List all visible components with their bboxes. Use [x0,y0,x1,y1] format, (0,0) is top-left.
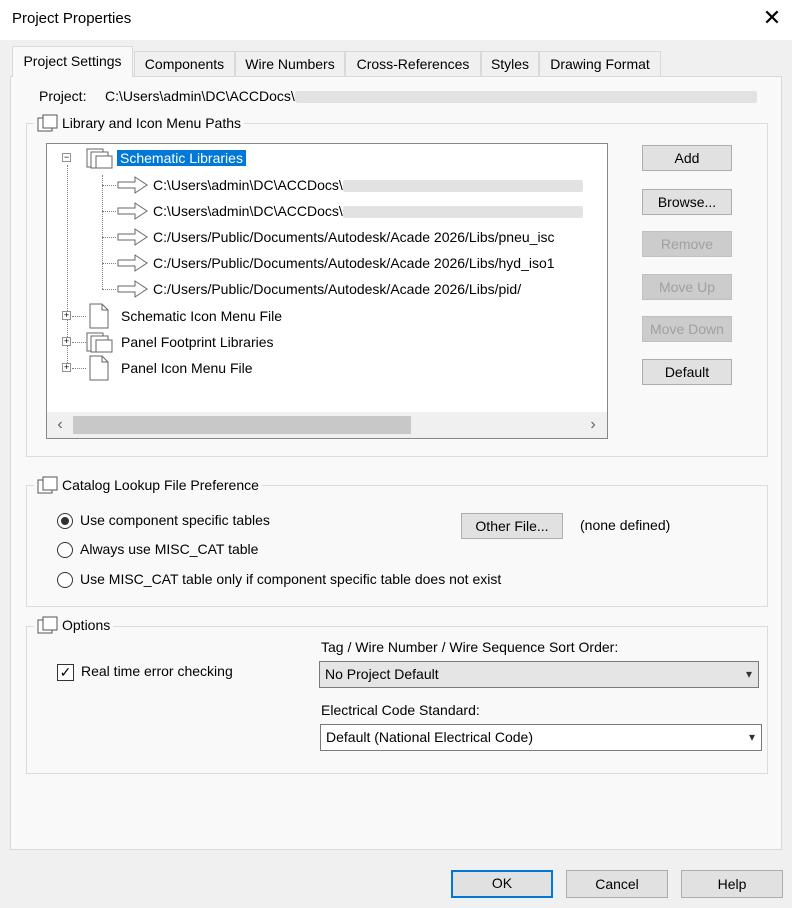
tree-line [102,263,116,264]
path-arrow-icon [117,280,148,298]
path-redacted [342,206,583,219]
path-arrow-icon [117,228,148,246]
radio-label: Use MISC_CAT table only if component spe… [80,571,502,587]
other-file-button[interactable]: Other File... [461,513,563,539]
move-up-button[interactable]: Move Up [642,274,732,300]
scroll-left-icon[interactable]: ‹ [49,414,71,436]
radio-always-misc-cat[interactable] [57,542,73,558]
expand-icon[interactable]: + [62,311,71,320]
tree-line [102,289,116,290]
tree-item-path-5[interactable]: C:/Users/Public/Documents/Autodesk/Acade… [153,278,521,300]
realtime-error-checkbox[interactable]: ✓ [57,664,74,681]
radio-component-specific[interactable] [57,513,73,529]
file-icon [89,355,109,381]
sort-order-value: No Project Default [325,666,439,682]
library-group-label: Library and Icon Menu Paths [62,115,241,131]
remove-button[interactable]: Remove [642,231,732,257]
radio-label: Always use MISC_CAT table [80,541,259,557]
tree-line [102,175,103,289]
tree-item-path-3[interactable]: C:/Users/Public/Documents/Autodesk/Acade… [153,226,555,248]
checkbox-label: Real time error checking [81,663,233,679]
chevron-down-icon: ▾ [745,667,752,681]
tree-line [72,316,86,317]
collapse-icon[interactable]: − [62,153,71,162]
tab-wire-numbers[interactable]: Wire Numbers [235,51,345,76]
sort-order-select[interactable]: No Project Default ▾ [319,661,759,688]
add-button[interactable]: Add [642,145,732,171]
tree-line [72,368,86,369]
move-down-button[interactable]: Move Down [642,316,732,342]
other-file-status: (none defined) [580,517,671,533]
tree-item-panel-footprint-libraries[interactable]: Panel Footprint Libraries [121,331,274,353]
sort-order-label: Tag / Wire Number / Wire Sequence Sort O… [321,639,619,655]
project-path: C:\Users\admin\DC\ACCDocs\ [105,88,757,104]
tree-item-label: Schematic Libraries [117,150,246,166]
tree-line [72,342,86,343]
expand-icon[interactable]: + [62,337,71,346]
path-redacted [342,180,583,193]
project-label: Project: [39,88,87,104]
tab-drawing-format[interactable]: Drawing Format [539,51,661,76]
tree-item-label: C:\Users\admin\DC\ACCDocs\ [153,177,343,193]
ok-button[interactable]: OK [451,870,553,898]
path-arrow-icon [117,202,148,220]
tab-project-settings[interactable]: Project Settings [12,46,133,77]
library-folder-icon [86,332,113,353]
help-button[interactable]: Help [681,870,783,898]
close-icon[interactable]: ✕ [758,4,786,32]
tab-components[interactable]: Components [134,51,235,76]
catalog-group-title: Catalog Lookup File Preference [34,476,262,494]
tree-line [102,237,116,238]
tree-item-path-4[interactable]: C:/Users/Public/Documents/Autodesk/Acade… [153,252,555,274]
tree-item-label: C:\Users\admin\DC\ACCDocs\ [153,203,343,219]
browse-button[interactable]: Browse... [642,189,732,215]
code-standard-select[interactable]: Default (National Electrical Code) ▾ [320,724,762,751]
chevron-down-icon: ▾ [748,730,755,744]
tree-item-schematic-icon-menu[interactable]: Schematic Icon Menu File [121,305,282,327]
options-group-label: Options [62,617,111,633]
cancel-button[interactable]: Cancel [566,870,668,898]
tree-item-path-2[interactable]: C:\Users\admin\DC\ACCDocs\ [153,200,583,222]
path-arrow-icon [117,176,148,194]
group-box-icon [37,114,58,132]
library-group-title: Library and Icon Menu Paths [34,114,244,132]
project-path-text: C:\Users\admin\DC\ACCDocs\ [105,88,295,104]
code-standard-label: Electrical Code Standard: [321,702,480,718]
tree-item-path-1[interactable]: C:\Users\admin\DC\ACCDocs\ [153,174,583,196]
radio-label: Use component specific tables [80,512,270,528]
group-box-icon [37,476,58,494]
tree-item-schematic-libraries[interactable]: Schematic Libraries [117,147,246,169]
library-folder-icon [86,148,113,169]
default-button[interactable]: Default [642,359,732,385]
project-path-redacted [294,91,757,104]
tab-cross-references[interactable]: Cross-References [345,51,481,76]
path-arrow-icon [117,254,148,272]
options-group-title: Options [34,616,114,634]
group-box-icon [37,616,58,634]
catalog-group-label: Catalog Lookup File Preference [62,477,259,493]
expand-icon[interactable]: + [62,363,71,372]
tree-line [102,185,116,186]
radio-misc-cat-fallback[interactable] [57,572,73,588]
scroll-right-icon[interactable]: › [582,414,604,436]
scrollbar-thumb[interactable] [73,416,411,434]
code-standard-value: Default (National Electrical Code) [326,729,533,745]
window-title: Project Properties [12,10,132,27]
tab-styles[interactable]: Styles [481,51,539,76]
file-icon [89,303,109,329]
tree-item-panel-icon-menu[interactable]: Panel Icon Menu File [121,357,253,379]
tree-line [102,211,116,212]
